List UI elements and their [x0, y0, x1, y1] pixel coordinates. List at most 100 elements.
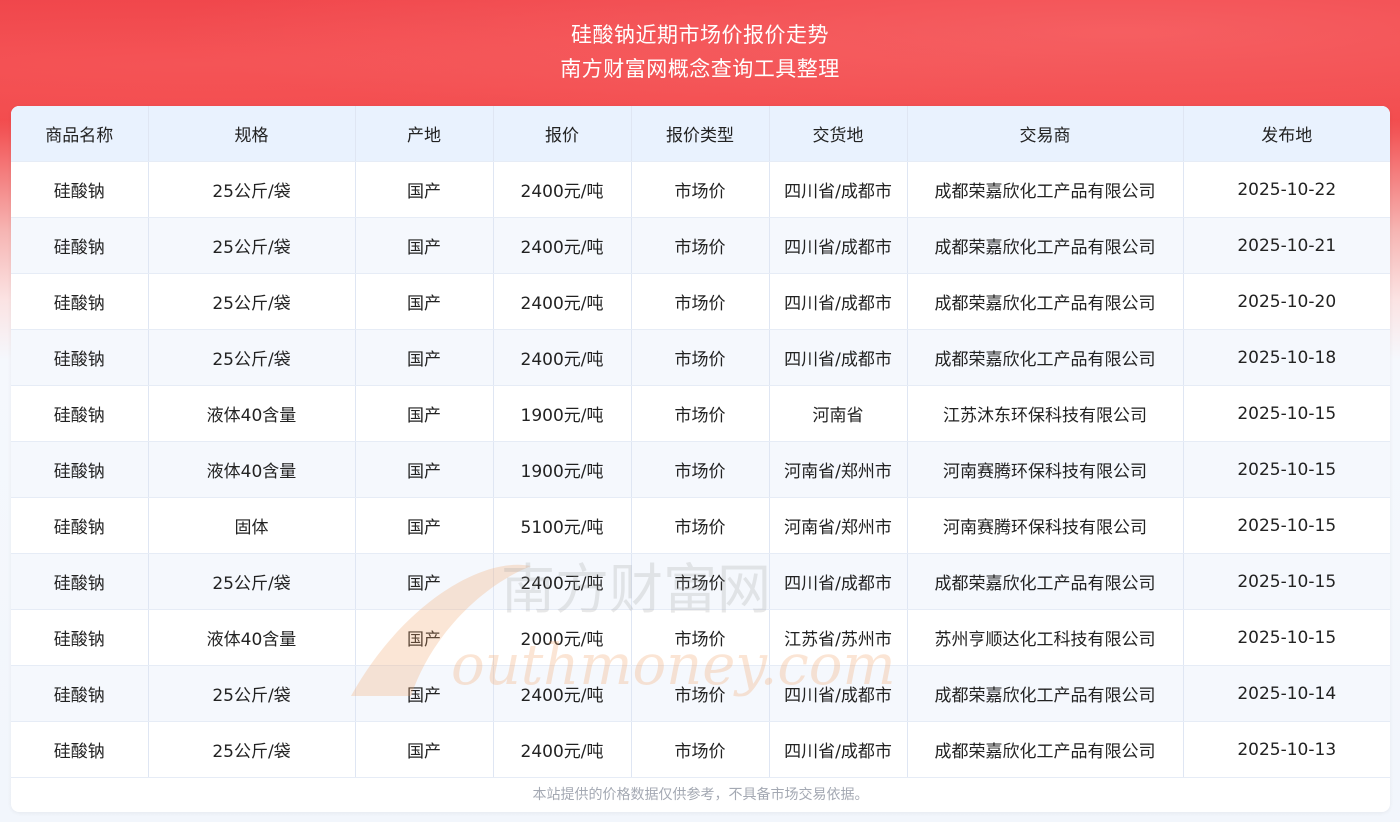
price-cell: 2400元/吨: [493, 161, 632, 218]
spec-cell: 25公斤/袋: [148, 217, 356, 274]
date-cell: 2025-10-14: [1183, 665, 1390, 722]
delivery-cell: 河南省/郑州市: [769, 497, 908, 554]
price-type-cell: 市场价: [631, 273, 770, 330]
delivery-cell: 河南省/郑州市: [769, 441, 908, 498]
price-cell: 2400元/吨: [493, 721, 632, 778]
price-cell: 2400元/吨: [493, 329, 632, 386]
origin-cell: 国产: [355, 553, 494, 610]
price-type-cell: 市场价: [631, 721, 770, 778]
price-cell: 2400元/吨: [493, 217, 632, 274]
product-cell: 硅酸钠: [11, 441, 149, 498]
price-cell: 2400元/吨: [493, 665, 632, 722]
table-header-row: 商品名称 规格 产地 报价 报价类型 交货地 交易商 发布地: [11, 106, 1390, 162]
table-row: 硅酸钠 液体40含量 国产 1900元/吨 市场价 河南省 江苏沐东环保科技有限公司 2025…: [11, 385, 1390, 442]
product-cell: 硅酸钠: [11, 609, 149, 666]
price-type-cell: 市场价: [631, 217, 770, 274]
price-table: 商品名称 规格 产地 报价 报价类型 交货地 交易商 发布地 硅酸钠 25公斤/袋…: [11, 106, 1390, 778]
trader-cell: 成都荣嘉欣化工产品有限公司: [907, 665, 1184, 722]
date-cell: 2025-10-18: [1183, 329, 1390, 386]
column-header-origin: 产地: [355, 106, 494, 162]
column-header-delivery: 交货地: [769, 106, 908, 162]
price-table-card: 商品名称 规格 产地 报价 报价类型 交货地 交易商 发布地 硅酸钠 25公斤/袋…: [11, 106, 1390, 812]
trader-cell: 成都荣嘉欣化工产品有限公司: [907, 217, 1184, 274]
origin-cell: 国产: [355, 161, 494, 218]
table-row: 硅酸钠 液体40含量 国产 1900元/吨 市场价 河南省/郑州市 河南赛腾环保科技有限公司…: [11, 441, 1390, 498]
table-row: 硅酸钠 液体40含量 国产 2000元/吨 市场价 江苏省/苏州市 苏州亨顺达化工科技有限公…: [11, 609, 1390, 666]
table-row: 硅酸钠 25公斤/袋 国产 2400元/吨 市场价 四川省/成都市 成都荣嘉欣化工产品有限公…: [11, 273, 1390, 330]
column-header-trader: 交易商: [907, 106, 1184, 162]
date-cell: 2025-10-15: [1183, 553, 1390, 610]
price-cell: 1900元/吨: [493, 385, 632, 442]
trader-cell: 河南赛腾环保科技有限公司: [907, 441, 1184, 498]
date-cell: 2025-10-15: [1183, 497, 1390, 554]
delivery-cell: 四川省/成都市: [769, 329, 908, 386]
delivery-cell: 四川省/成都市: [769, 721, 908, 778]
column-header-price: 报价: [493, 106, 632, 162]
date-cell: 2025-10-15: [1183, 609, 1390, 666]
price-type-cell: 市场价: [631, 497, 770, 554]
date-cell: 2025-10-21: [1183, 217, 1390, 274]
table-row: 硅酸钠 25公斤/袋 国产 2400元/吨 市场价 四川省/成都市 成都荣嘉欣化工产品有限公…: [11, 161, 1390, 218]
price-cell: 2000元/吨: [493, 609, 632, 666]
product-cell: 硅酸钠: [11, 665, 149, 722]
delivery-cell: 四川省/成都市: [769, 553, 908, 610]
trader-cell: 成都荣嘉欣化工产品有限公司: [907, 161, 1184, 218]
origin-cell: 国产: [355, 441, 494, 498]
spec-cell: 液体40含量: [148, 441, 356, 498]
delivery-cell: 四川省/成都市: [769, 161, 908, 218]
product-cell: 硅酸钠: [11, 721, 149, 778]
delivery-cell: 江苏省/苏州市: [769, 609, 908, 666]
disclaimer-footnote: 本站提供的价格数据仅供参考，不具备市场交易依据。: [532, 787, 869, 803]
page-subtitle: 南方财富网概念查询工具整理: [560, 57, 840, 81]
origin-cell: 国产: [355, 665, 494, 722]
column-header-product: 商品名称: [11, 106, 149, 162]
price-type-cell: 市场价: [631, 385, 770, 442]
table-row: 硅酸钠 25公斤/袋 国产 2400元/吨 市场价 四川省/成都市 成都荣嘉欣化工产品有限公…: [11, 721, 1390, 778]
delivery-cell: 四川省/成都市: [769, 665, 908, 722]
trader-cell: 成都荣嘉欣化工产品有限公司: [907, 273, 1184, 330]
trader-cell: 成都荣嘉欣化工产品有限公司: [907, 553, 1184, 610]
price-type-cell: 市场价: [631, 441, 770, 498]
trader-cell: 江苏沐东环保科技有限公司: [907, 385, 1184, 442]
price-type-cell: 市场价: [631, 665, 770, 722]
spec-cell: 25公斤/袋: [148, 329, 356, 386]
date-cell: 2025-10-22: [1183, 161, 1390, 218]
trader-cell: 河南赛腾环保科技有限公司: [907, 497, 1184, 554]
page-header: 硅酸钠近期市场价报价走势 南方财富网概念查询工具整理: [0, 18, 1400, 86]
trader-cell: 苏州亨顺达化工科技有限公司: [907, 609, 1184, 666]
product-cell: 硅酸钠: [11, 273, 149, 330]
column-header-date: 发布地: [1183, 106, 1390, 162]
spec-cell: 液体40含量: [148, 609, 356, 666]
origin-cell: 国产: [355, 497, 494, 554]
date-cell: 2025-10-20: [1183, 273, 1390, 330]
origin-cell: 国产: [355, 273, 494, 330]
date-cell: 2025-10-13: [1183, 721, 1390, 778]
price-type-cell: 市场价: [631, 329, 770, 386]
price-cell: 2400元/吨: [493, 273, 632, 330]
table-row: 硅酸钠 25公斤/袋 国产 2400元/吨 市场价 四川省/成都市 成都荣嘉欣化工产品有限公…: [11, 553, 1390, 610]
origin-cell: 国产: [355, 217, 494, 274]
table-row: 硅酸钠 25公斤/袋 国产 2400元/吨 市场价 四川省/成都市 成都荣嘉欣化工产品有限公…: [11, 665, 1390, 722]
origin-cell: 国产: [355, 329, 494, 386]
delivery-cell: 四川省/成都市: [769, 217, 908, 274]
spec-cell: 25公斤/袋: [148, 553, 356, 610]
price-type-cell: 市场价: [631, 553, 770, 610]
product-cell: 硅酸钠: [11, 553, 149, 610]
delivery-cell: 河南省: [769, 385, 908, 442]
page-title: 硅酸钠近期市场价报价走势: [571, 23, 829, 47]
product-cell: 硅酸钠: [11, 497, 149, 554]
product-cell: 硅酸钠: [11, 161, 149, 218]
product-cell: 硅酸钠: [11, 385, 149, 442]
price-cell: 1900元/吨: [493, 441, 632, 498]
spec-cell: 固体: [148, 497, 356, 554]
table-row: 硅酸钠 25公斤/袋 国产 2400元/吨 市场价 四川省/成都市 成都荣嘉欣化工产品有限公…: [11, 329, 1390, 386]
price-cell: 5100元/吨: [493, 497, 632, 554]
spec-cell: 25公斤/袋: [148, 665, 356, 722]
trader-cell: 成都荣嘉欣化工产品有限公司: [907, 721, 1184, 778]
table-row: 硅酸钠 固体 国产 5100元/吨 市场价 河南省/郑州市 河南赛腾环保科技有限公司 2025…: [11, 497, 1390, 554]
origin-cell: 国产: [355, 385, 494, 442]
spec-cell: 液体40含量: [148, 385, 356, 442]
column-header-price-type: 报价类型: [631, 106, 770, 162]
origin-cell: 国产: [355, 609, 494, 666]
origin-cell: 国产: [355, 721, 494, 778]
